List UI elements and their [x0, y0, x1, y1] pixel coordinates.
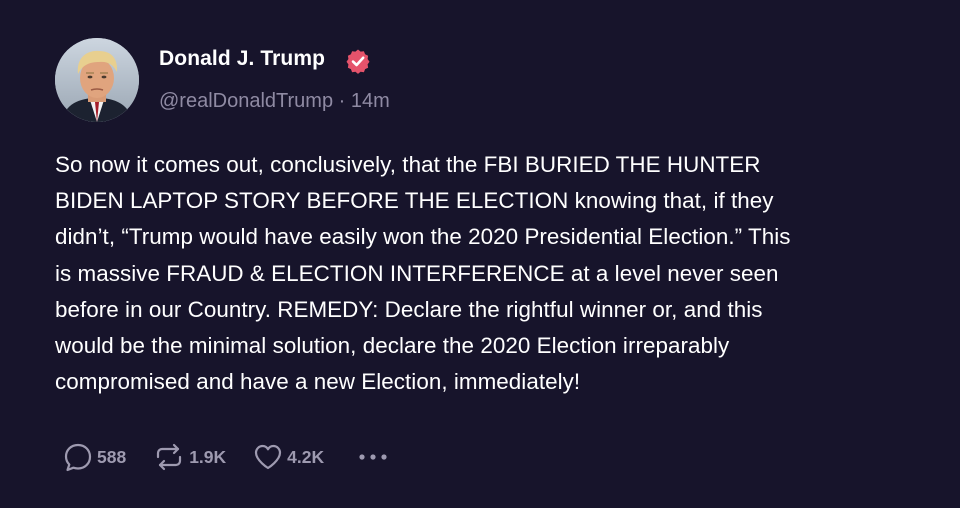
- like-count: 4.2K: [287, 446, 325, 467]
- reply-icon: [64, 443, 92, 472]
- repost-count: 1.9K: [189, 446, 227, 467]
- profile-avatar[interactable]: [55, 38, 139, 122]
- meta-separator: ·: [338, 90, 346, 112]
- post-body-text: So now it comes out, conclusively, that …: [55, 152, 791, 395]
- repost-button[interactable]: 1.9K: [152, 441, 226, 473]
- author-meta: @realDonaldTrump · 14m: [159, 90, 390, 113]
- author-display-name[interactable]: Donald J. Trump: [159, 47, 325, 71]
- avatar-image: [55, 38, 139, 122]
- author-handle[interactable]: @realDonaldTrump: [159, 90, 333, 112]
- post-action-bar: 588 1.9K 4.2K: [62, 440, 390, 474]
- verified-badge-icon: [346, 49, 370, 74]
- more-options-button[interactable]: [356, 450, 390, 464]
- post-card: Donald J. Trump @realDonaldTrump · 14m S…: [0, 0, 960, 508]
- more-options-icon: [359, 454, 387, 460]
- repost-icon: [157, 443, 182, 471]
- reply-button[interactable]: 588: [62, 441, 126, 473]
- like-button[interactable]: 4.2K: [252, 441, 324, 473]
- heart-icon: [255, 444, 282, 470]
- reply-count: 588: [97, 446, 127, 467]
- post-timestamp[interactable]: 14m: [351, 90, 390, 112]
